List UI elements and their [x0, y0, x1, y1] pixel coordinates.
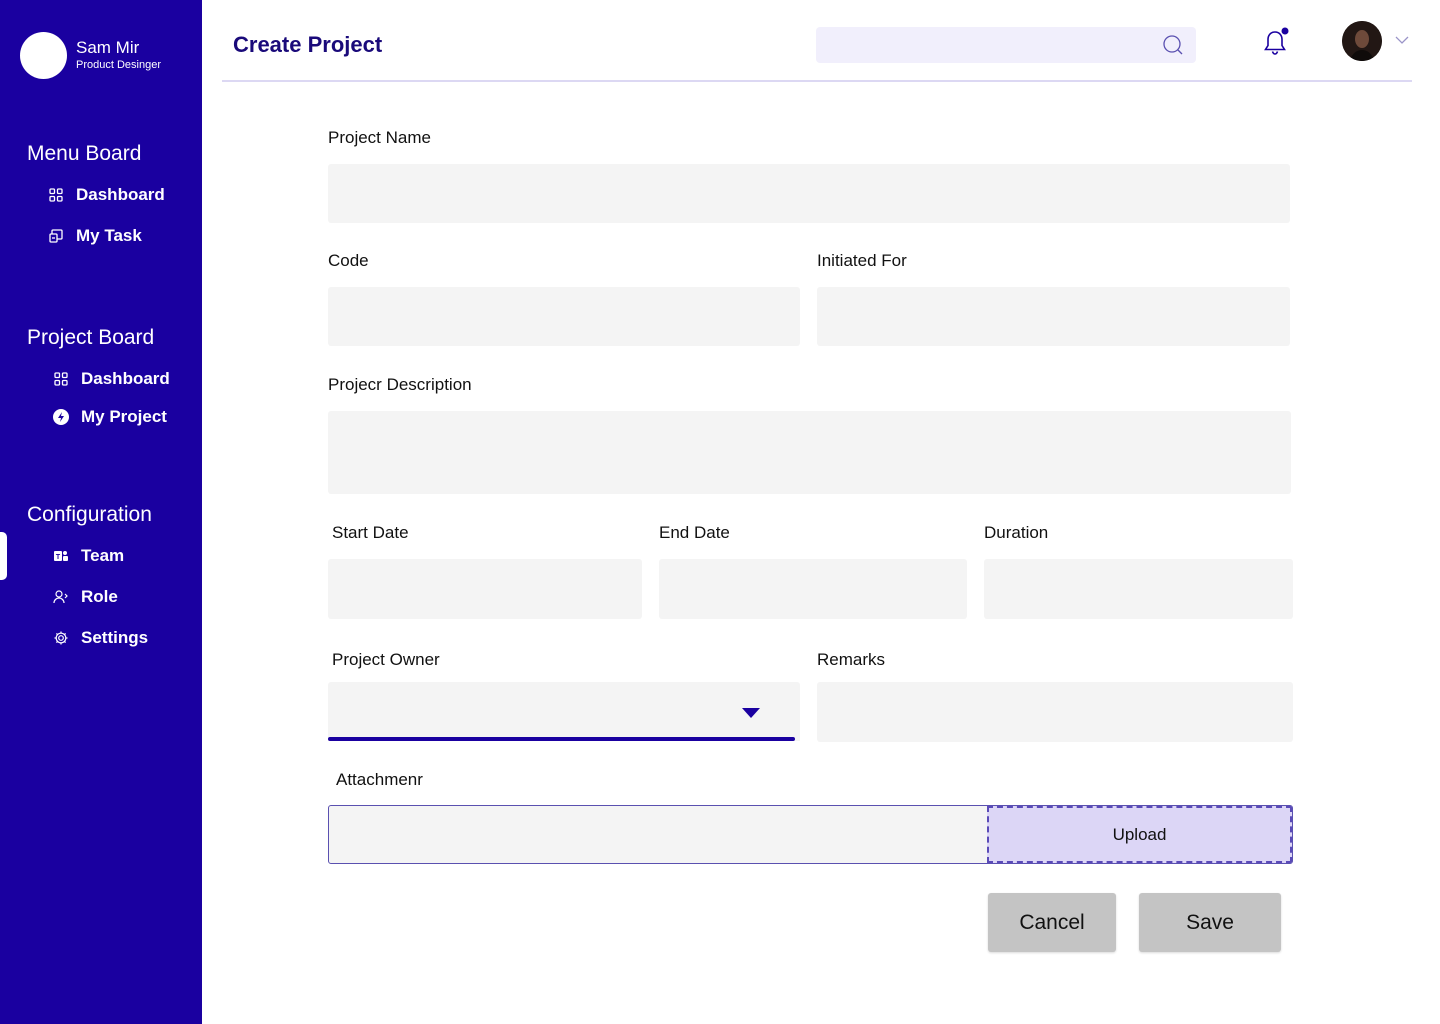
sidebar-item-project-dashboard[interactable]: Dashboard: [53, 369, 170, 389]
description-label: Projecr Description: [328, 375, 472, 394]
start-date-label: Start Date: [332, 523, 409, 542]
search-input[interactable]: [816, 27, 1156, 63]
cancel-button[interactable]: Cancel: [988, 893, 1116, 952]
sidebar-item-label: Dashboard: [81, 369, 170, 388]
attachment-label: Attachmenr: [336, 770, 423, 789]
upload-button[interactable]: Upload: [987, 806, 1292, 863]
project-owner-label: Project Owner: [332, 650, 440, 669]
team-icon: T: [53, 548, 69, 564]
grid-icon: [48, 187, 64, 203]
sidebar-item-label: Role: [81, 587, 118, 606]
gear-icon: [53, 630, 69, 646]
user-avatar[interactable]: [20, 32, 67, 79]
caret-down-icon: [741, 706, 761, 720]
user-role: Product Desinger: [76, 59, 161, 71]
sidebar-item-my-project[interactable]: My Project: [53, 407, 167, 427]
initiated-for-input[interactable]: [817, 287, 1290, 346]
start-date-input[interactable]: [328, 559, 642, 619]
save-button[interactable]: Save: [1139, 893, 1281, 952]
search-icon[interactable]: [1162, 34, 1184, 56]
svg-text:T: T: [56, 554, 61, 561]
initiated-for-label: Initiated For: [817, 251, 907, 270]
grid-icon: [53, 371, 69, 387]
attachment-field[interactable]: Upload: [328, 805, 1293, 864]
header-divider: [222, 80, 1412, 82]
code-label: Code: [328, 251, 369, 270]
page-title: Create Project: [233, 32, 383, 57]
section-title-configuration: Configuration: [27, 503, 152, 526]
sidebar-item-team[interactable]: T Team: [53, 546, 124, 566]
sidebar-item-label: Settings: [81, 628, 149, 647]
task-icon: [48, 228, 64, 244]
sidebar-item-label: Dashboard: [76, 185, 165, 204]
bolt-icon: [53, 409, 69, 425]
section-title-project-board: Project Board: [27, 326, 155, 349]
section-title-menu-board: Menu Board: [27, 142, 142, 165]
duration-input[interactable]: [984, 559, 1293, 619]
sidebar-item-label: My Task: [76, 226, 142, 245]
remarks-input[interactable]: [817, 682, 1293, 742]
remarks-label: Remarks: [817, 650, 886, 669]
duration-label: Duration: [984, 523, 1049, 542]
sidebar: Sam Mir Product Desinger Menu Board Dash…: [0, 0, 202, 1024]
end-date-label: End Date: [659, 523, 730, 542]
user-role-icon: [53, 589, 69, 605]
user-name: Sam Mir: [76, 38, 140, 57]
description-textarea[interactable]: [328, 411, 1291, 494]
profile-avatar[interactable]: [1342, 21, 1382, 61]
chevron-down-icon[interactable]: [1394, 33, 1410, 45]
project-owner-select[interactable]: [328, 682, 800, 741]
project-name-input[interactable]: [328, 164, 1290, 223]
sidebar-item-settings[interactable]: Settings: [53, 628, 148, 648]
sidebar-item-label: Team: [81, 546, 125, 565]
bell-icon[interactable]: [1260, 26, 1292, 58]
code-input[interactable]: [328, 287, 800, 346]
sidebar-item-label: My Project: [81, 407, 167, 426]
select-underline: [328, 737, 795, 741]
active-indicator: [0, 532, 7, 580]
sidebar-item-menu-dashboard[interactable]: Dashboard: [48, 185, 165, 205]
search-box: [816, 27, 1196, 63]
sidebar-item-role[interactable]: Role: [53, 587, 118, 607]
sidebar-item-my-task[interactable]: My Task: [48, 226, 142, 246]
end-date-input[interactable]: [659, 559, 967, 619]
project-name-label: Project Name: [328, 128, 431, 147]
